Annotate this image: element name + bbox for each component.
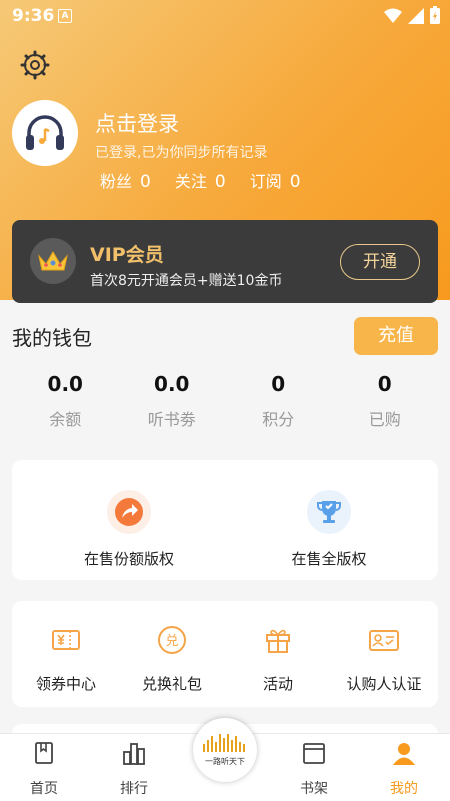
nav-bookshelf[interactable]: 书架 [279,740,349,798]
stat-label: 关注 [174,172,207,191]
stat-label: 订阅 [249,172,282,191]
svg-text:兑: 兑 [165,634,178,649]
wallet-purchased[interactable]: 0 已购 [332,372,439,430]
tool-subscriber-verification[interactable]: 认购人认证 [334,623,434,694]
wallet-value: 0 [377,372,392,396]
stat-value: 0 [214,172,226,192]
feature-full-copyright[interactable]: 在售全版权 [274,490,384,569]
tool-coupon-center[interactable]: 领券中心 [16,623,116,694]
vip-banner[interactable]: VIP会员 首次8元开通会员+赠送10金币 开通 [12,220,438,303]
nav-label: 首页 [30,781,58,797]
wallet-label: 听书劵 [147,410,196,429]
stat-subscriptions[interactable]: 订阅 0 [250,168,301,192]
gift-icon [266,629,290,653]
wallet-label: 已购 [368,410,401,429]
ranking-icon [123,743,145,765]
share-arrow-icon [107,490,151,534]
wallet-balance[interactable]: 0.0 余额 [12,372,119,430]
nav-label: 排行 [120,781,148,797]
app-logo-text: 一路听天下 [205,756,245,766]
feature-label: 在售份额版权 [83,550,174,568]
id-card-icon [369,630,399,651]
vip-title: VIP会员 [90,244,164,266]
login-title[interactable]: 点击登录 [95,108,179,138]
stat-label: 粉丝 [100,172,133,191]
tool-label: 兑换礼包 [141,675,202,693]
wallet-label: 余额 [49,410,82,429]
stat-fans[interactable]: 粉丝 0 [100,168,151,192]
wallet-value: 0.0 [154,372,190,396]
nav-ranking[interactable]: 排行 [99,740,169,798]
tool-label: 活动 [262,675,293,693]
wallet-stats: 0.0 余额 0.0 听书劵 0 积分 0 已购 [12,372,438,430]
nav-label: 书架 [300,781,328,797]
tool-label: 领券中心 [35,675,96,693]
nav-home[interactable]: 首页 [9,740,79,798]
app-logo-icon: 一路听天下 [203,734,245,766]
tool-activity[interactable]: 活动 [228,623,328,694]
nav-mine[interactable]: 我的 [369,740,439,798]
stat-value: 0 [140,172,151,192]
exchange-icon: 兑 [158,626,186,654]
headphones-icon [26,115,64,150]
feature-share-copyright[interactable]: 在售份额版权 [74,490,184,569]
crown-icon [30,238,76,284]
feature-label: 在售全版权 [291,550,367,568]
home-book-icon [35,742,53,764]
wallet-value: 0 [271,372,286,396]
wallet-title: 我的钱包 [12,326,92,350]
tool-exchange-gift[interactable]: 兑 兑换礼包 [122,623,222,694]
avatar[interactable] [12,100,78,166]
signal-icon [408,8,424,24]
wallet-value: 0.0 [47,372,83,396]
tools-card: 领券中心 兑 兑换礼包 活动 认购人认证 [12,601,438,707]
profile-stats: 粉丝 0 关注 0 订阅 0 [100,168,301,192]
stat-following[interactable]: 关注 0 [175,168,226,192]
coupon-icon [52,630,80,650]
status-bar: 9:36 A [0,0,450,32]
recharge-button[interactable]: 充值 [354,317,438,355]
tool-label: 认购人认证 [346,675,422,693]
login-subtitle: 已登录,已为你同步所有记录 [95,145,268,161]
bookshelf-icon [303,743,325,764]
person-icon [393,743,415,765]
wallet-points[interactable]: 0 积分 [225,372,332,430]
copyright-card: 在售份额版权 在售全版权 [12,460,438,580]
vip-subtitle: 首次8元开通会员+赠送10金币 [90,273,283,289]
app-logo-button[interactable]: 一路听天下 [193,718,257,782]
stat-value: 0 [289,172,301,192]
settings-gear-icon[interactable] [20,50,50,80]
status-time: 9:36 [12,6,55,26]
notification-icon: A [58,9,72,23]
nav-label: 我的 [390,781,418,797]
wallet-label: 积分 [262,410,295,429]
wifi-icon [384,8,402,23]
trophy-icon [307,490,351,534]
wallet-tickets[interactable]: 0.0 听书劵 [119,372,226,430]
battery-icon [430,6,440,24]
vip-open-button[interactable]: 开通 [340,244,420,280]
